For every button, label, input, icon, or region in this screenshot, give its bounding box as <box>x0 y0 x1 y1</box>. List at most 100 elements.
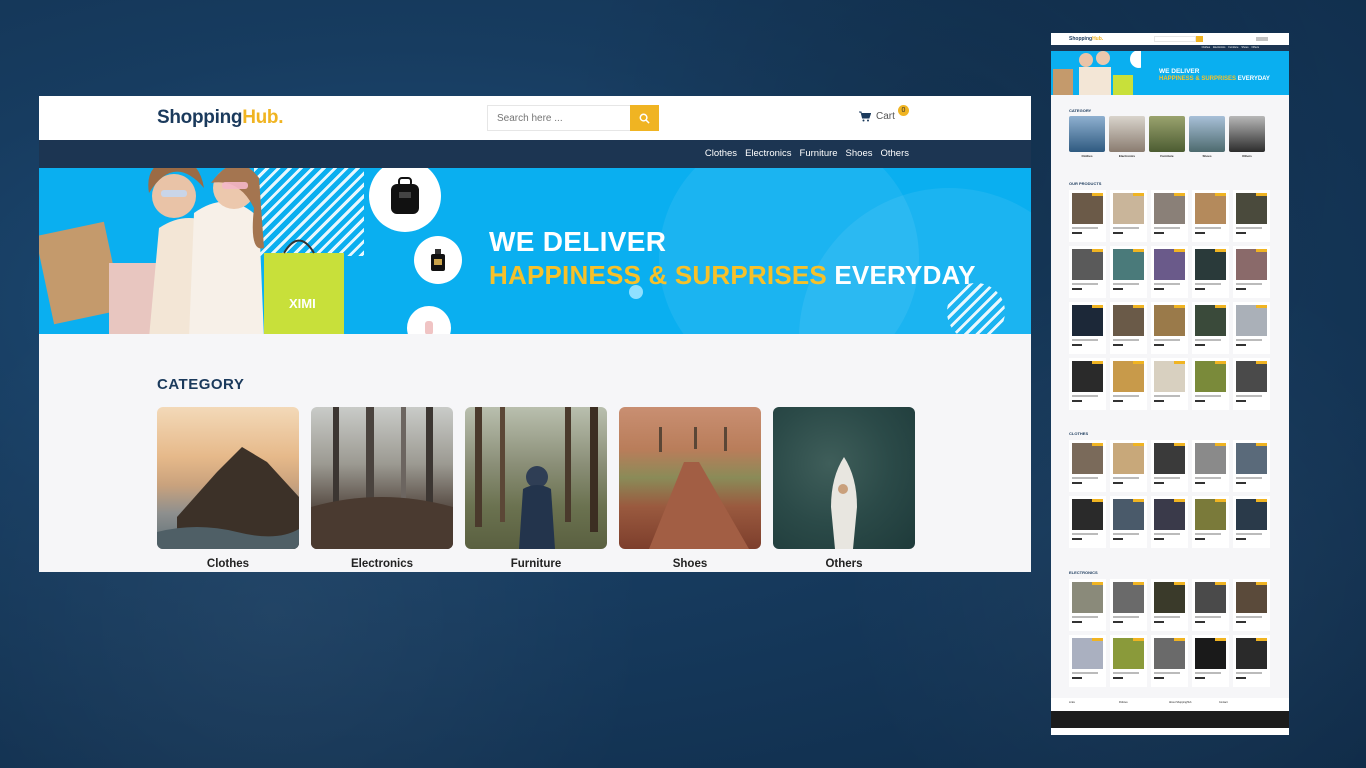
mini-product-card <box>1233 496 1270 548</box>
mini-nav-shoes: Shoes <box>1241 46 1249 49</box>
mini-electronics-grid <box>1069 579 1273 687</box>
shoppers-illustration <box>39 168 344 334</box>
mini-product-card <box>1233 358 1270 410</box>
mini-category-grid: Clothes Electronics Furniture Shoes Othe… <box>1069 116 1265 158</box>
search-input[interactable] <box>488 106 628 130</box>
coastal-rock-sunset-image[interactable] <box>157 407 299 549</box>
mini-product-card <box>1110 579 1147 631</box>
mini-product-card <box>1110 635 1147 687</box>
misty-forest-image[interactable] <box>311 407 453 549</box>
mini-product-card <box>1151 358 1188 410</box>
mini-product-card <box>1233 635 1270 687</box>
autumn-path-image[interactable] <box>619 407 761 549</box>
nav-item-furniture[interactable]: Furniture <box>800 148 838 159</box>
category-card-others[interactable]: Others <box>773 407 915 570</box>
mini-product-card <box>1110 190 1147 242</box>
cart-label: Cart <box>876 111 895 122</box>
backpack-product-circle <box>369 168 441 232</box>
mini-category-label-clothes: Clothes <box>1081 154 1093 158</box>
category-label-furniture: Furniture <box>510 558 562 570</box>
mini-search-box <box>1154 36 1196 42</box>
nav-item-clothes[interactable]: Clothes <box>705 148 737 159</box>
mini-product-card <box>1151 190 1188 242</box>
mini-nav-clothes: Clothes <box>1201 46 1211 49</box>
mini-products-grid <box>1069 190 1273 410</box>
mini-footer-col-contact: Contact <box>1219 701 1228 704</box>
mini-product-card <box>1069 246 1106 298</box>
mini-logo-accent: Hub. <box>1092 36 1104 42</box>
nav-item-electronics[interactable]: Electronics <box>745 148 791 159</box>
site-header: ShoppingHub. Cart 0 <box>39 96 1031 140</box>
mini-logo: ShoppingHub. <box>1069 36 1103 42</box>
mini-footer-col-about: About ShoppingHub <box>1169 701 1192 704</box>
nav-item-others[interactable]: Others <box>880 148 909 159</box>
category-navbar: Clothes Electronics Furniture Shoes Othe… <box>39 140 1031 168</box>
mini-shoppers-illustration <box>1053 51 1141 95</box>
mini-product-card <box>1233 246 1270 298</box>
mini-product-card <box>1233 190 1270 242</box>
category-label-electronics: Electronics <box>351 558 413 570</box>
mini-product-card <box>1069 440 1106 492</box>
mini-electronics-title: ELECTRONICS <box>1069 570 1098 575</box>
hero-banner[interactable]: XIMI WE DELIVER HAPPINESS & SURPRISES EV… <box>39 168 1031 334</box>
mini-product-card <box>1069 579 1106 631</box>
banner-headline-2: HAPPINESS & SURPRISES EVERYDAY <box>489 260 976 291</box>
banner-rest: EVERYDAY <box>834 260 976 290</box>
cart-link[interactable]: Cart <box>859 111 895 122</box>
person-in-forest-image[interactable] <box>465 407 607 549</box>
boat-aerial-image[interactable] <box>773 407 915 549</box>
mini-product-card <box>1151 635 1188 687</box>
mini-banner-highlight: HAPPINESS & SURPRISES <box>1159 76 1237 82</box>
banner-highlight: HAPPINESS & SURPRISES <box>489 260 827 290</box>
search-button[interactable] <box>630 105 659 131</box>
mini-category-title: CATEGORY <box>1069 108 1092 113</box>
category-card-electronics[interactable]: Electronics <box>311 407 453 570</box>
cart-icon <box>859 111 871 122</box>
category-card-shoes[interactable]: Shoes <box>619 407 761 570</box>
logo-main-text: Shopping <box>157 107 243 128</box>
cart-count-badge: 0 <box>898 105 909 116</box>
category-label-shoes: Shoes <box>672 558 708 570</box>
category-card-furniture[interactable]: Furniture <box>465 407 607 570</box>
main-website-preview: ShoppingHub. Cart 0 Clothes Electronics … <box>39 96 1031 572</box>
mini-footer-col-links: Links <box>1069 701 1075 704</box>
mini-product-card <box>1110 302 1147 354</box>
mini-logo-main: Shopping <box>1069 36 1093 42</box>
mini-products-title: OUR PRODUCTS <box>1069 181 1102 186</box>
category-label-clothes: Clothes <box>206 558 250 570</box>
mini-product-card <box>1110 496 1147 548</box>
cosmetic-icon <box>425 321 433 334</box>
mini-product-card <box>1192 190 1229 242</box>
mini-product-card <box>1192 358 1229 410</box>
mini-nav-electronics: Electronics <box>1213 46 1226 49</box>
mini-category-label-others: Others <box>1242 154 1252 158</box>
mini-header: ShoppingHub. <box>1051 33 1289 45</box>
mini-product-card <box>1110 440 1147 492</box>
mini-category-label-furniture: Furniture <box>1160 154 1174 158</box>
mini-clothes-grid <box>1069 440 1273 548</box>
mini-category-electronics: Electronics <box>1109 116 1145 158</box>
mini-product-card <box>1151 302 1188 354</box>
nav-item-shoes[interactable]: Shoes <box>846 148 873 159</box>
mini-banner: WE DELIVER HAPPINESS & SURPRISES EVERYDA… <box>1051 51 1289 95</box>
mini-category-shoes: Shoes <box>1189 116 1225 158</box>
site-logo[interactable]: ShoppingHub. <box>157 107 284 129</box>
backpack-icon <box>391 177 419 214</box>
mini-product-card <box>1069 635 1106 687</box>
mini-product-card <box>1069 302 1106 354</box>
mini-footer-col-policies: Policies <box>1119 701 1128 704</box>
mini-product-card <box>1192 579 1229 631</box>
mini-product-card <box>1069 190 1106 242</box>
category-grid: Clothes Electronics Furniture Shoes Othe… <box>157 407 915 570</box>
mini-nav-others: Others <box>1251 46 1259 49</box>
mini-footer: Links Policies About ShoppingHub Contact <box>1051 698 1289 735</box>
bag-brand-text: XIMI <box>289 296 316 311</box>
category-card-clothes[interactable]: Clothes <box>157 407 299 570</box>
mini-product-card <box>1192 635 1229 687</box>
mini-cart <box>1256 37 1268 41</box>
mini-product-card <box>1233 302 1270 354</box>
category-section-title: CATEGORY <box>157 376 245 393</box>
mini-product-card <box>1110 246 1147 298</box>
mini-category-others: Others <box>1229 116 1265 158</box>
banner-headline-1: WE DELIVER <box>489 226 667 257</box>
